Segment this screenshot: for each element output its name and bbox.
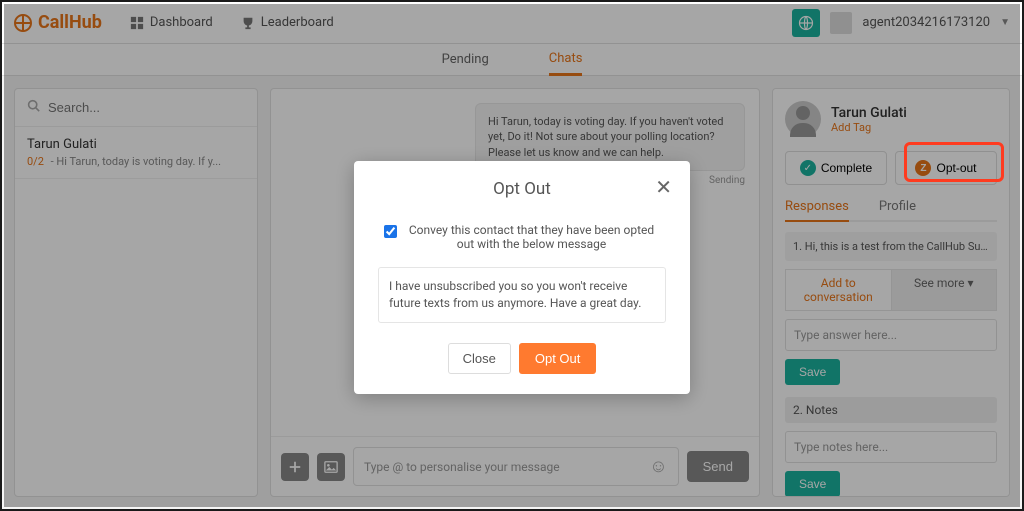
modal-title: Opt Out <box>378 179 666 199</box>
modal-message-input[interactable] <box>378 267 666 323</box>
modal-optout-action[interactable]: Opt Out <box>519 343 597 374</box>
modal-checkbox[interactable] <box>384 225 397 238</box>
modal-checkbox-label: Convey this contact that they have been … <box>403 223 660 251</box>
modal-checkbox-row[interactable]: Convey this contact that they have been … <box>378 223 666 251</box>
modal-close-action[interactable]: Close <box>448 343 511 374</box>
modal-close-button[interactable]: ✕ <box>655 175 672 199</box>
optout-modal: Opt Out ✕ Convey this contact that they … <box>354 161 690 394</box>
